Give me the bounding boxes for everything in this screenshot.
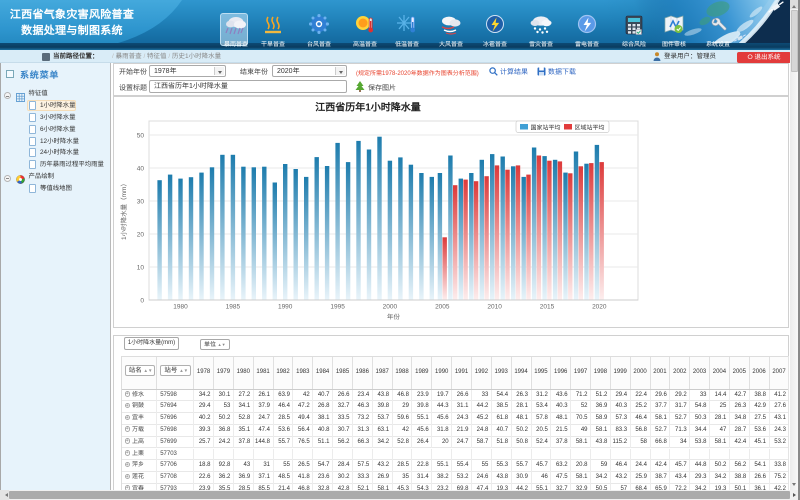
svg-text:50: 50 — [137, 132, 145, 139]
svg-text:2005: 2005 — [435, 304, 450, 311]
svg-text:2015: 2015 — [540, 304, 555, 311]
svg-text:2000: 2000 — [383, 304, 398, 311]
svg-text:2020: 2020 — [592, 304, 607, 311]
svg-text:1小时降水量（mm）: 1小时降水量（mm） — [120, 180, 128, 240]
svg-text:年份: 年份 — [387, 313, 401, 321]
svg-text:10: 10 — [137, 264, 145, 271]
svg-text:区域站平均: 区域站平均 — [575, 124, 605, 132]
svg-text:国家站平均: 国家站平均 — [531, 124, 561, 132]
svg-text:1985: 1985 — [226, 304, 241, 311]
svg-text:20: 20 — [137, 231, 145, 238]
svg-text:2010: 2010 — [487, 304, 502, 311]
svg-text:1995: 1995 — [330, 304, 345, 311]
svg-text:江西省历年1小时降水量: 江西省历年1小时降水量 — [315, 102, 421, 114]
svg-text:30: 30 — [137, 198, 145, 205]
svg-text:0: 0 — [140, 297, 144, 304]
svg-text:40: 40 — [137, 165, 145, 172]
svg-text:1980: 1980 — [173, 304, 188, 311]
svg-text:1990: 1990 — [278, 304, 293, 311]
